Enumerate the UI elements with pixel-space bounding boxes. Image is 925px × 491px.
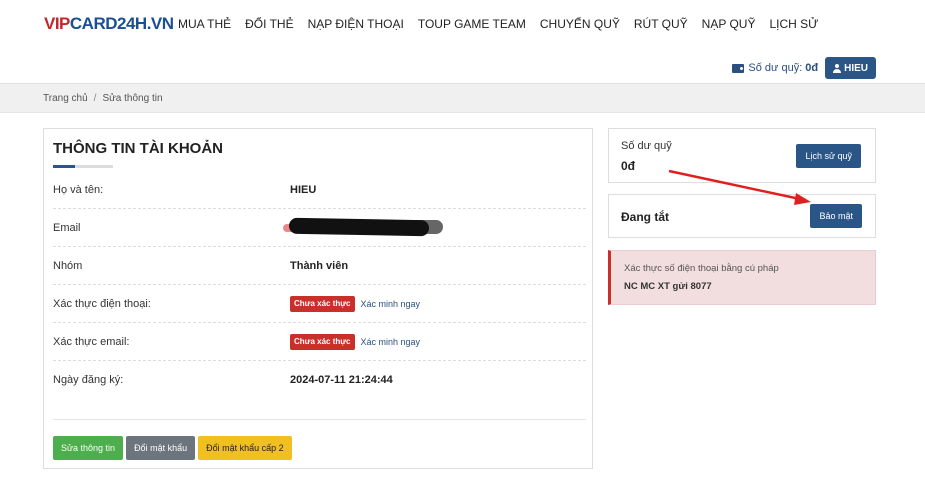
nav-lich-su[interactable]: LỊCH SỬ bbox=[769, 17, 818, 31]
header-balance-label: Số dư quỹ: bbox=[748, 62, 803, 74]
full-name-label: Họ và tên: bbox=[53, 184, 104, 196]
fund-balance-label: Số dư quỹ bbox=[621, 140, 672, 152]
nav-rut-quy[interactable]: RÚT QUỸ bbox=[634, 17, 688, 31]
alert-instruction: Xác thực số điện thoại bằng cú pháp bbox=[624, 263, 779, 274]
register-date-label: Ngày đăng ký: bbox=[53, 374, 124, 386]
logo-part-2: CARD24H.VN bbox=[69, 14, 174, 33]
user-menu-button[interactable]: HIEU bbox=[825, 57, 876, 79]
row-register-date: Ngày đăng ký: 2024-07-11 21:24:44 bbox=[53, 361, 586, 399]
nav-nap-quy[interactable]: NẠP QUỸ bbox=[702, 17, 756, 31]
account-title: THÔNG TIN TÀI KHOẢN bbox=[53, 140, 223, 157]
full-name-value: HIEU bbox=[290, 184, 317, 196]
header-balance: Số dư quỹ: 0đ HIEU bbox=[732, 57, 876, 79]
phone-verify-alert: Xác thực số điện thoại bằng cú pháp NC M… bbox=[608, 250, 876, 305]
nav-chuyen-quy[interactable]: CHUYỂN QUỸ bbox=[540, 17, 620, 31]
nav-toup-game-team[interactable]: TOUP GAME TEAM bbox=[418, 17, 526, 31]
logo-part-1: VIP bbox=[44, 14, 70, 33]
nav-doi-the[interactable]: ĐỔI THẺ bbox=[245, 17, 293, 31]
header-balance-value: 0đ bbox=[805, 62, 819, 74]
email-unverified-badge: Chưa xác thực bbox=[290, 334, 355, 350]
phone-unverified-badge: Chưa xác thực bbox=[290, 296, 355, 312]
email-redacted-value bbox=[283, 215, 443, 239]
phone-verify-link[interactable]: Xác minh ngay bbox=[361, 299, 421, 309]
row-phone-verify: Xác thực điện thoại: Chưa xác thực Xác m… bbox=[53, 285, 586, 323]
edit-info-button[interactable]: Sửa thông tin bbox=[53, 436, 124, 460]
security-button[interactable]: Bảo mật bbox=[810, 204, 862, 228]
security-card: Đang tắt Bảo mật bbox=[608, 194, 876, 238]
user-name: HIEU bbox=[844, 62, 868, 74]
register-date-value: 2024-07-11 21:24:44 bbox=[290, 374, 393, 386]
top-header: VIPCARD24H.VN MUA THẺ ĐỔI THẺ NẠP ĐIỆN T… bbox=[0, 0, 925, 50]
fund-history-button[interactable]: Lịch sử quỹ bbox=[796, 144, 861, 168]
phone-verify-status: Chưa xác thực Xác minh ngay bbox=[290, 296, 420, 312]
breadcrumb-home[interactable]: Trang chủ bbox=[43, 93, 88, 104]
group-value: Thành viên bbox=[290, 260, 349, 272]
account-actions: Sửa thông tin Đổi mật khẩu Đổi mật khẩu … bbox=[53, 436, 295, 460]
site-logo[interactable]: VIPCARD24H.VN bbox=[44, 14, 174, 34]
email-verify-label: Xác thực email: bbox=[53, 336, 130, 348]
breadcrumb: Trang chủ / Sửa thông tin bbox=[0, 83, 925, 113]
breadcrumb-current: Sửa thông tin bbox=[102, 92, 163, 104]
user-icon bbox=[833, 63, 842, 73]
breadcrumb-separator: / bbox=[93, 92, 97, 104]
title-underline bbox=[53, 165, 113, 168]
email-verify-link[interactable]: Xác minh ngay bbox=[361, 337, 421, 347]
email-verify-status: Chưa xác thực Xác minh ngay bbox=[290, 334, 420, 350]
row-group: Nhóm Thành viên bbox=[53, 247, 586, 285]
nav-mua-the[interactable]: MUA THẺ bbox=[178, 17, 231, 31]
fund-balance-value: 0đ bbox=[621, 159, 636, 173]
email-label: Email bbox=[53, 222, 81, 234]
group-label: Nhóm bbox=[53, 260, 83, 272]
nav-nap-dien-thoai[interactable]: NẠP ĐIỆN THOẠI bbox=[308, 17, 404, 31]
row-full-name: Họ và tên: HIEU bbox=[53, 171, 586, 209]
divider bbox=[53, 419, 586, 420]
security-status: Đang tắt bbox=[621, 210, 669, 224]
wallet-icon bbox=[732, 63, 745, 73]
row-email-verify: Xác thực email: Chưa xác thực Xác minh n… bbox=[53, 323, 586, 361]
alert-sms-syntax: NC MC XT gửi 8077 bbox=[624, 281, 712, 292]
fund-balance-card: Số dư quỹ 0đ Lịch sử quỹ bbox=[608, 128, 876, 183]
change-password-2-button[interactable]: Đổi mật khẩu cấp 2 bbox=[198, 436, 292, 460]
main-nav: MUA THẺ ĐỔI THẺ NẠP ĐIỆN THOẠI TOUP GAME… bbox=[178, 17, 818, 31]
change-password-button[interactable]: Đổi mật khẩu bbox=[126, 436, 196, 460]
row-email: Email bbox=[53, 209, 586, 247]
account-info-card: THÔNG TIN TÀI KHOẢN Họ và tên: HIEU Emai… bbox=[43, 128, 593, 469]
phone-verify-label: Xác thực điện thoại: bbox=[53, 298, 151, 310]
